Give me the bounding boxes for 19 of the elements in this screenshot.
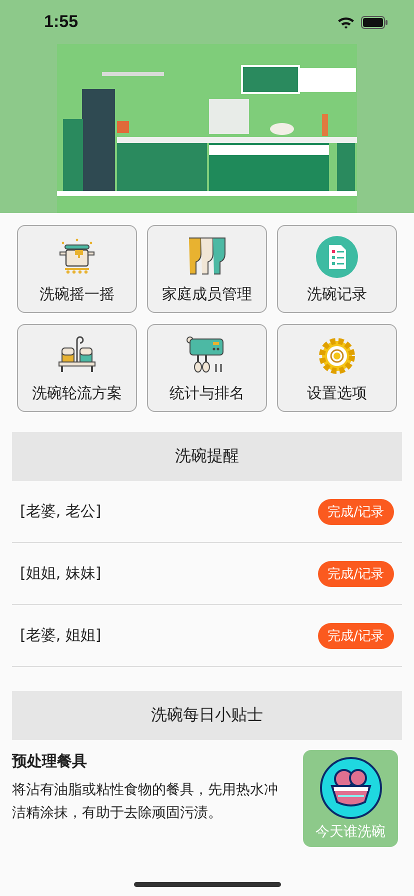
bowl-icon xyxy=(320,756,382,818)
menu-button[interactable]: 设置选项 xyxy=(277,324,397,412)
tip-text: 将沾有油脂或粘性食物的餐具，先用热水冲 xyxy=(12,781,279,800)
section-header: 洗碗提醒 xyxy=(12,432,402,481)
menu-button[interactable]: 洗碗轮流方案 xyxy=(17,324,137,412)
menu-button[interactable]: 洗碗记录 xyxy=(277,225,397,313)
menu-button[interactable]: 家庭成员管理 xyxy=(147,225,267,313)
wifi-icon xyxy=(337,16,355,28)
reminder-members: [老婆, 姐姐] xyxy=(20,626,102,645)
tip-text: 洁精涂抹，有助于去除顽固污渍。 xyxy=(12,804,223,823)
status-time: 1:55 xyxy=(44,12,78,32)
menu-button[interactable]: 洗碗摇一摇 xyxy=(17,225,137,313)
reminder-members: [姐姐, 妹妹] xyxy=(20,564,102,583)
battery-icon xyxy=(361,16,388,28)
document-icon xyxy=(315,234,359,278)
reminder-members: [老婆, 老公] xyxy=(20,502,102,521)
section-header: 洗碗每日小贴士 xyxy=(12,691,402,740)
tip-title: 预处理餐具 xyxy=(12,752,88,771)
menu-button[interactable]: 统计与排名 xyxy=(147,324,267,412)
